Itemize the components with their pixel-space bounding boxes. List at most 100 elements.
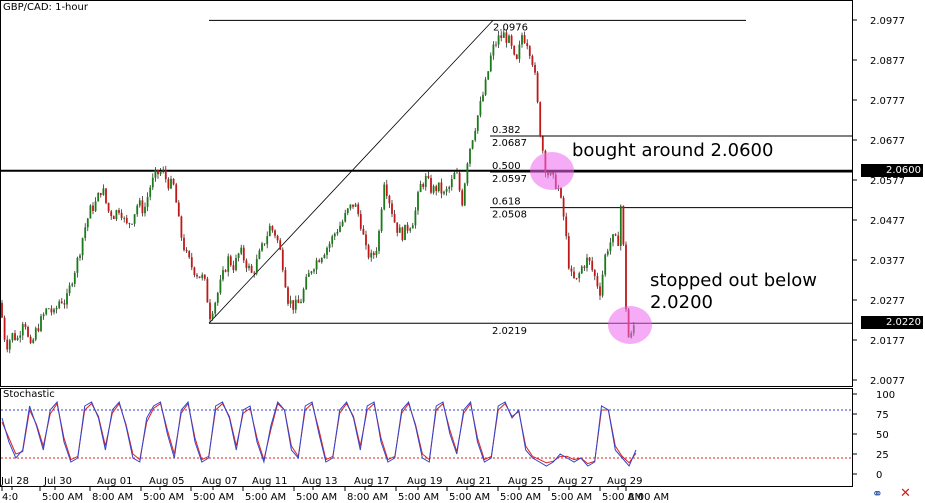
candle-body bbox=[149, 187, 152, 197]
candle-body bbox=[1, 302, 3, 318]
candle-body bbox=[60, 301, 63, 304]
candle-body bbox=[170, 178, 172, 189]
candle-body bbox=[271, 225, 274, 231]
time-label: 5:00 AM bbox=[143, 492, 184, 503]
candle-body bbox=[336, 231, 339, 234]
price-tick-label: 2.0677 bbox=[870, 136, 905, 147]
price-tick-label: 2.0777 bbox=[870, 96, 905, 107]
time-label: 5:00 AM bbox=[500, 492, 541, 503]
candle-body bbox=[453, 172, 456, 179]
price-tick-label: 2.0277 bbox=[870, 296, 905, 307]
candle-body bbox=[68, 285, 71, 294]
candle-body bbox=[427, 175, 430, 178]
date-label: Aug 25 bbox=[508, 476, 543, 487]
candle-body bbox=[320, 258, 323, 263]
candle-body bbox=[617, 235, 620, 246]
candle-body bbox=[128, 223, 131, 224]
close-x-icon[interactable]: ✕ bbox=[900, 487, 911, 501]
price-tick-label: 2.0977 bbox=[870, 16, 905, 27]
candle-body bbox=[261, 243, 263, 251]
candle-body bbox=[214, 302, 217, 314]
candle-body bbox=[450, 178, 453, 188]
candle-body bbox=[417, 192, 419, 211]
candle-body bbox=[601, 274, 604, 296]
candle-body bbox=[565, 216, 568, 237]
candle-body bbox=[437, 182, 440, 192]
candle-body bbox=[294, 299, 297, 310]
candle-body bbox=[50, 308, 53, 313]
candle-body bbox=[469, 148, 471, 164]
candle-body bbox=[440, 182, 443, 194]
candle-body bbox=[53, 309, 55, 313]
candle-body bbox=[55, 307, 58, 310]
candle-body bbox=[586, 257, 588, 268]
candle-body bbox=[349, 204, 352, 209]
candle-body bbox=[422, 184, 425, 187]
candle-body bbox=[354, 204, 357, 207]
date-label: Aug 29 bbox=[607, 476, 642, 487]
candle-body bbox=[107, 202, 110, 212]
candle-body bbox=[591, 260, 594, 270]
candle-body bbox=[570, 268, 573, 272]
candle-body bbox=[333, 233, 336, 237]
fib-ratio-label: 0.382 bbox=[492, 125, 521, 136]
candle-body bbox=[370, 252, 373, 258]
candle-body bbox=[40, 316, 42, 332]
candle-body bbox=[313, 269, 315, 272]
candle-body bbox=[365, 234, 367, 246]
candle-body bbox=[125, 217, 128, 224]
stop-highlight-circle bbox=[608, 306, 652, 344]
bought-annotation: bought around 2.0600 bbox=[572, 140, 774, 161]
chart-title: GBP/CAD: 1-hour bbox=[1, 2, 90, 14]
candle-body bbox=[94, 201, 97, 211]
time-label: 5:00 AM bbox=[245, 492, 286, 503]
candle-body bbox=[157, 170, 159, 175]
candle-body bbox=[406, 224, 409, 231]
candle-body bbox=[29, 336, 32, 343]
candle-body bbox=[456, 172, 458, 174]
candle-body bbox=[118, 210, 120, 213]
candle-body bbox=[471, 140, 474, 149]
candle-body bbox=[609, 242, 612, 252]
entry-highlight-circle bbox=[530, 152, 574, 190]
time-label: 5:00 AM bbox=[42, 492, 83, 503]
candle-body bbox=[37, 328, 40, 332]
time-label: 5:00 AM bbox=[193, 492, 234, 503]
candle-body bbox=[567, 236, 570, 269]
date-label: Aug 21 bbox=[456, 476, 491, 487]
candle-body bbox=[248, 265, 250, 269]
stopped-annotation-line2: 2.0200 bbox=[650, 292, 713, 313]
stoch-tick-label: 0 bbox=[876, 470, 882, 481]
time-label: 4:0 bbox=[2, 492, 18, 503]
candle-body bbox=[138, 200, 141, 206]
candle-body bbox=[380, 209, 383, 232]
candle-body bbox=[625, 244, 627, 310]
candle-body bbox=[596, 276, 599, 287]
price-tick-label: 2.0877 bbox=[870, 56, 905, 67]
candle-body bbox=[367, 245, 370, 258]
candle-body bbox=[357, 204, 360, 215]
candle-body bbox=[385, 184, 388, 196]
price-chart: 2.09762.02190.3822.06870.5002.05970.6182… bbox=[0, 0, 905, 503]
candle-body bbox=[604, 254, 607, 275]
candle-body bbox=[331, 236, 334, 244]
candle-body bbox=[375, 251, 378, 256]
candle-body bbox=[6, 339, 9, 350]
candle-body bbox=[479, 101, 482, 116]
candle-body bbox=[292, 300, 295, 310]
candle-body bbox=[398, 227, 401, 233]
date-label: Jul 28 bbox=[0, 476, 29, 487]
candle-body bbox=[346, 208, 349, 214]
candle-body bbox=[344, 213, 347, 222]
candle-body bbox=[201, 274, 204, 278]
chain-link-icon[interactable]: ⚭ bbox=[872, 488, 883, 502]
time-label: 8:00 AM bbox=[92, 492, 133, 503]
candle-body bbox=[495, 44, 497, 46]
candle-body bbox=[63, 303, 66, 305]
date-label: Aug 13 bbox=[302, 476, 337, 487]
candle-body bbox=[580, 266, 583, 274]
candle-body bbox=[318, 260, 321, 263]
candle-body bbox=[154, 170, 157, 178]
candle-body bbox=[573, 271, 575, 279]
candle-body bbox=[131, 223, 133, 225]
